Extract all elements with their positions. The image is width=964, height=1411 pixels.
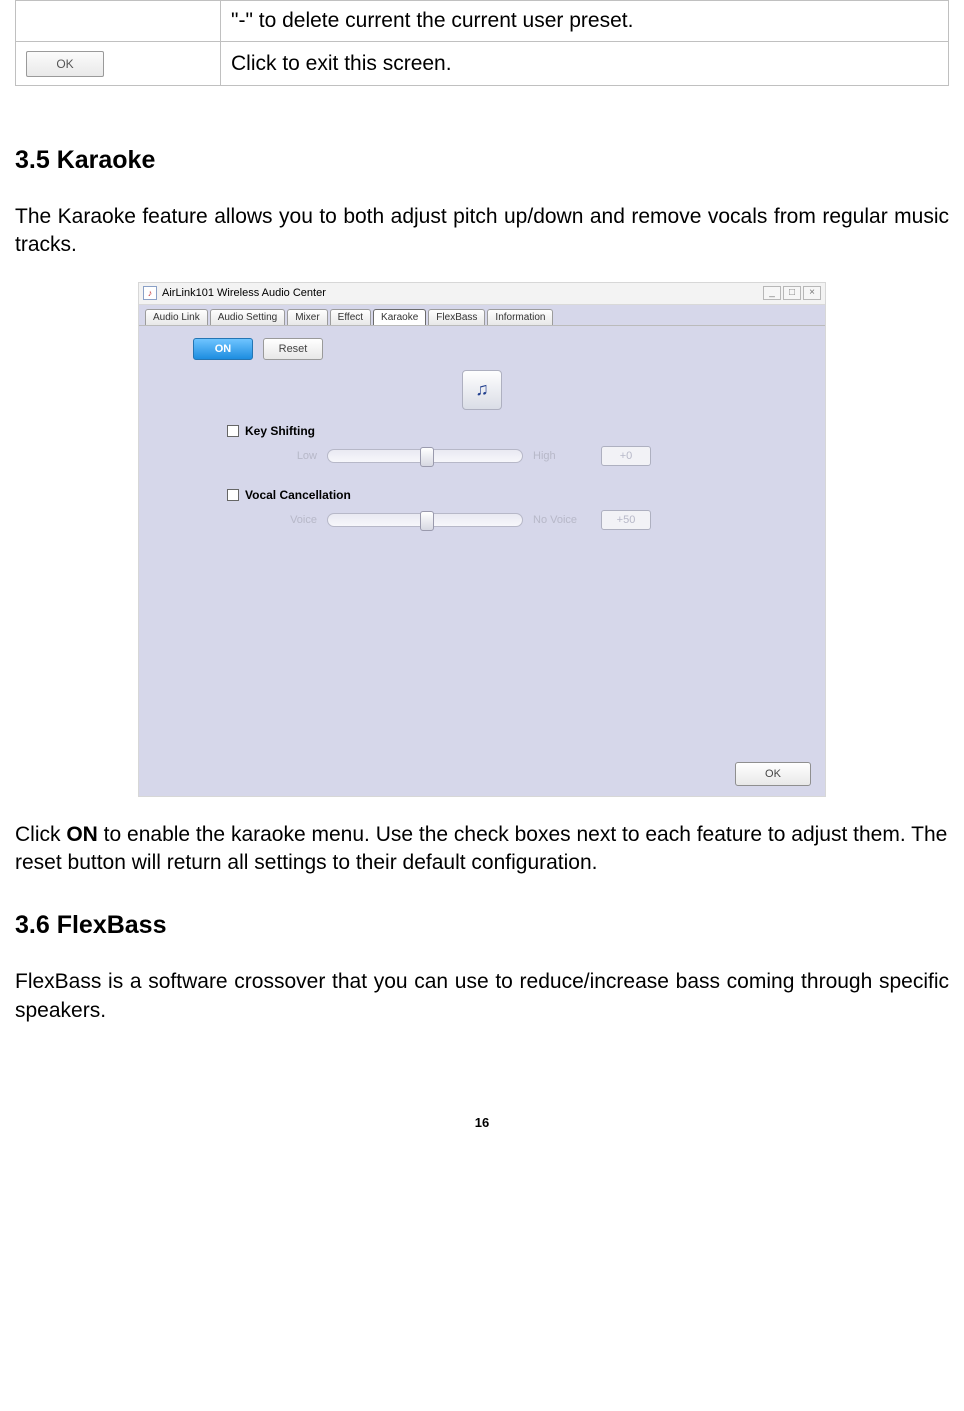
minimize-icon[interactable]: _ [763,286,781,300]
key-value: +0 [601,446,651,466]
after-shot-bold: ON [66,823,98,846]
heading-3-5: 3.5 Karaoke [15,146,949,175]
ok-button-sample: OK [26,51,104,77]
tab-mixer[interactable]: Mixer [287,309,327,325]
key-shifting-label: Key Shifting [245,424,315,438]
karaoke-screenshot: ♪ AirLink101 Wireless Audio Center _ □ ×… [138,282,826,797]
voice-label: Voice [273,514,317,526]
on-button[interactable]: ON [193,338,253,360]
preset-row1-right: "-" to delete current the current user p… [221,1,949,42]
music-note-icon: ♫ [462,370,502,410]
vocal-value: +50 [601,510,651,530]
reset-button[interactable]: Reset [263,338,323,360]
tab-effect[interactable]: Effect [330,309,371,325]
tab-audio-link[interactable]: Audio Link [145,309,208,325]
after-shot-3-5: Click ON to enable the karaoke menu. Use… [15,821,949,878]
after-shot-part1: Click [15,823,66,846]
tab-information[interactable]: Information [487,309,553,325]
karaoke-panel: ON Reset ♫ Key Shifting Low High +0 [139,326,825,796]
ok-button[interactable]: OK [735,762,811,786]
tab-audio-setting[interactable]: Audio Setting [210,309,286,325]
preset-row1-left [16,1,221,42]
close-icon[interactable]: × [803,286,821,300]
after-shot-part2: to enable the karaoke menu. Use the chec… [15,823,947,874]
vocal-cancel-checkbox[interactable] [227,489,239,501]
vocal-cancel-slider[interactable] [327,513,523,527]
key-slider-thumb[interactable] [420,447,434,467]
heading-3-6: 3.6 FlexBass [15,911,949,940]
key-high-label: High [533,450,591,462]
tab-flexbass[interactable]: FlexBass [428,309,485,325]
vocal-cancel-label: Vocal Cancellation [245,488,351,502]
vocal-cancel-group: Vocal Cancellation Voice No Voice +50 [227,488,807,530]
key-low-label: Low [273,450,317,462]
window-title: AirLink101 Wireless Audio Center [162,287,761,299]
app-icon: ♪ [143,286,157,300]
vocal-slider-thumb[interactable] [420,511,434,531]
key-shifting-group: Key Shifting Low High +0 [227,424,807,466]
preset-row2-left: OK [16,42,221,86]
key-shifting-checkbox[interactable] [227,425,239,437]
no-voice-label: No Voice [533,514,591,526]
intro-3-6: FlexBass is a software crossover that yo… [15,968,949,1025]
window-titlebar: ♪ AirLink101 Wireless Audio Center _ □ × [139,283,825,305]
key-shifting-slider[interactable] [327,449,523,463]
intro-3-5: The Karaoke feature allows you to both a… [15,203,949,260]
preset-row2-right: Click to exit this screen. [221,42,949,86]
maximize-icon[interactable]: □ [783,286,801,300]
preset-table: "-" to delete current the current user p… [15,0,949,86]
tab-karaoke[interactable]: Karaoke [373,309,426,325]
tab-bar: Audio Link Audio Setting Mixer Effect Ka… [139,305,825,326]
page-number: 16 [15,1115,949,1130]
